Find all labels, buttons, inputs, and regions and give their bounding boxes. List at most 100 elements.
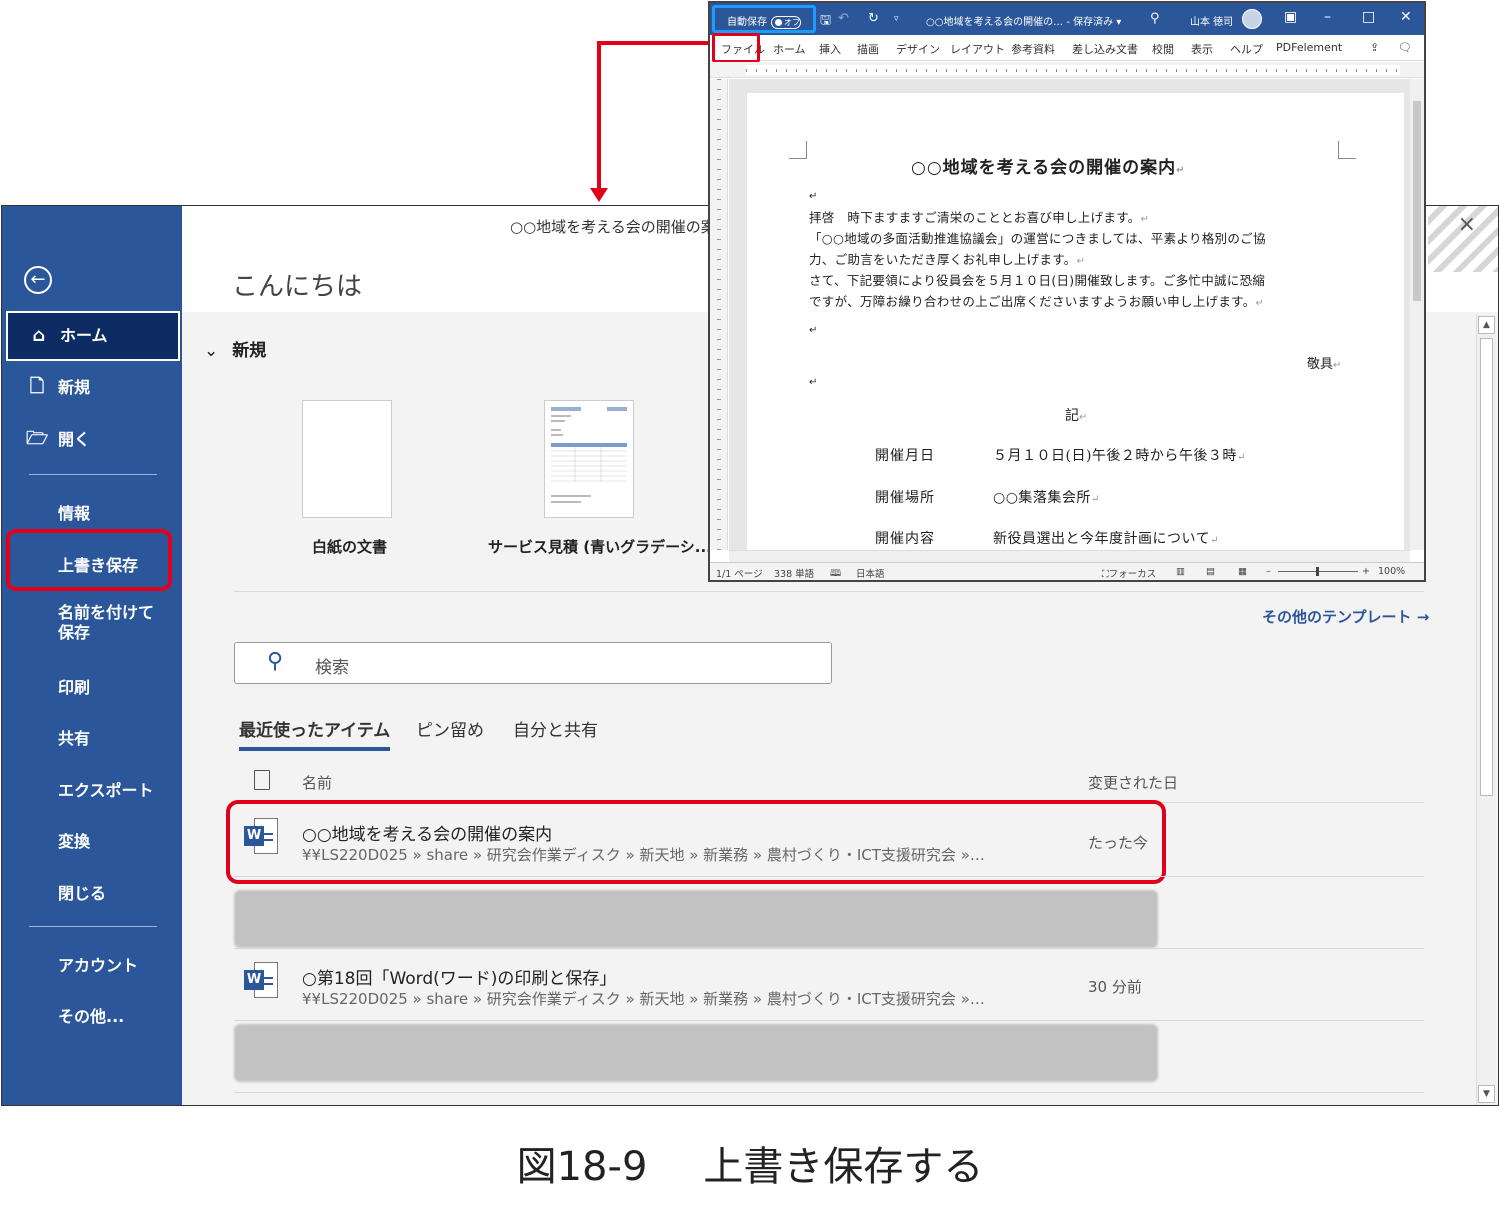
print-layout-icon[interactable]: ▤ [1206,566,1215,577]
web-layout-icon[interactable]: ▦ [1238,566,1247,577]
new-section-heading[interactable]: ⌄ 新規 [204,336,266,361]
scroll-thumb[interactable] [1480,338,1493,796]
read-mode-icon[interactable]: ▥ [1176,566,1185,577]
folder-open-icon: 🗁 [26,428,49,449]
share-icon[interactable]: ⇪ [1370,41,1379,54]
tab-shared-with-me[interactable]: 自分と共有 [513,716,598,741]
ribbon-tabs: ファイル ホーム 挿入 描画 デザイン レイアウト 参考資料 差し込み文書 校閲… [710,35,1424,61]
nav-close[interactable]: 閉じる [2,880,182,904]
blurred-row [234,1024,1158,1082]
word-count[interactable]: 338 単語 [774,566,814,580]
scroll-up-icon[interactable]: ▲ [1478,316,1495,334]
tab-insert[interactable]: 挿入 [819,41,841,57]
nav-share[interactable]: 共有 [2,725,182,749]
nav-save-as[interactable]: 名前を付けて保存 [2,603,182,643]
close-icon[interactable]: ✕ [1400,9,1412,25]
tab-review[interactable]: 校閲 [1152,41,1174,57]
nav-info[interactable]: 情報 [2,500,182,524]
paragraph: 力、ご助言をいただき厚くお礼申し上げます。↵ [809,252,1086,267]
close-icon[interactable]: × [1458,212,1476,237]
zoom-level[interactable]: 100% [1378,566,1405,577]
autosave-label: 自動保存 [727,17,767,28]
tab-layout[interactable]: レイアウト [950,41,1005,57]
word-file-icon: W [244,962,278,1000]
tab-recent[interactable]: 最近使ったアイテム [239,716,391,751]
document-horizontal-scrollbar[interactable] [729,550,1410,562]
undo-icon[interactable]: ↶ [838,11,849,26]
file-tab-highlight-frame [712,33,760,63]
template-service-thumbnail[interactable] [544,400,634,518]
scroll-down-icon[interactable]: ▼ [1478,1085,1495,1103]
tab-pinned[interactable]: ピン留め [416,716,484,741]
file-name: ○第18回「Word(ワード)の印刷と保存」 [302,969,617,989]
save-icon[interactable]: 🖫 [820,11,831,33]
figure-caption: 図18-9 上書き保存する [0,1134,1500,1192]
table-row[interactable]: W ○第18回「Word(ワード)の印刷と保存」 ¥¥LS220D025 » s… [234,950,1426,1022]
zoom-in-icon[interactable]: + [1362,566,1370,577]
document-title[interactable]: ○○地域を考える会の開催の… - 保存済み ▾ [926,13,1121,28]
more-templates-link[interactable]: その他のテンプレート → [1262,606,1429,627]
template-preview-graphic [551,407,627,503]
nav-new[interactable]: 🗋 新規 [2,374,182,398]
focus-mode[interactable]: ⛶フォーカス [1102,566,1156,580]
ribbon-display-icon[interactable]: ▣ [1284,9,1297,25]
horizontal-ruler[interactable] [710,62,1424,78]
search-icon[interactable]: ⚲ [1150,11,1160,26]
tab-design[interactable]: デザイン [896,41,940,57]
minimize-icon[interactable]: – [1324,9,1331,25]
nav-transform[interactable]: 変換 [2,828,182,852]
column-header-modified[interactable]: 変更された日 [1088,772,1178,793]
scroll-thumb[interactable] [1413,101,1421,301]
document-vertical-scrollbar[interactable] [1410,79,1424,550]
vertical-scrollbar[interactable]: ▲ ▼ [1476,314,1496,1105]
zoom-out-icon[interactable]: – [1266,566,1271,577]
status-bar: 1/1 ページ 338 単語 🕮 日本語 ⛶フォーカス ▥ ▤ ▦ – + 10… [710,562,1424,580]
vertical-ruler[interactable] [710,79,728,550]
language[interactable]: 日本語 [856,566,885,580]
blurred-row [234,890,1158,948]
tab-view[interactable]: 表示 [1191,41,1213,57]
comments-icon[interactable]: 🗨 [1398,41,1412,54]
proofing-icon[interactable]: 🕮 [830,566,841,580]
row-value: ○○集落集会所↵ [993,490,1100,506]
crop-mark [789,141,807,159]
row-value: 新役員選出と今年度計画について↵ [993,531,1219,547]
nav-account[interactable]: アカウント [2,952,182,976]
zoom-slider[interactable] [1278,567,1358,576]
customize-toolbar-icon[interactable]: ▿ [894,14,899,24]
autosave-toggle[interactable]: 自動保存 オフ [712,5,816,33]
page-count[interactable]: 1/1 ページ [716,566,763,580]
document-page[interactable]: ○○地域を考える会の開催の案内↵ ↵ 拝啓 時下ますますご清栄のこととお喜び申し… [747,93,1404,550]
nav-home-label: ホーム [60,326,108,345]
paragraph: 「○○地域の多面活動推進協議会」の運営につきましては、平素より格別のご協 [809,231,1266,246]
back-arrow-icon[interactable]: ← [24,266,52,294]
search-input[interactable]: ⚲ 検索 [234,642,832,684]
tab-help[interactable]: ヘルプ [1230,41,1263,57]
nav-open[interactable]: 🗁 開く [2,426,182,450]
paragraph: さて、下記要領により役員会を５月１０日(日)開催致します。ご多忙中誠に恐縮 [809,273,1266,288]
nav-home[interactable]: ⌂ ホーム [6,311,180,361]
paragraph-mark: ↵ [809,191,818,202]
redo-icon[interactable]: ↻ [868,11,879,26]
template-blank-thumbnail[interactable] [302,400,392,518]
tab-references[interactable]: 参考資料 [1011,41,1055,57]
closing: 敬具↵ [1307,357,1342,372]
nav-print[interactable]: 印刷 [2,674,182,698]
pointer-arrow-head-icon [590,188,608,202]
tab-pdfelement[interactable]: PDFelement [1276,41,1342,54]
user-name[interactable]: 山本 徳司 [1190,13,1233,28]
ki-heading: 記↵ [1065,408,1088,424]
maximize-icon[interactable]: □ [1362,9,1375,25]
avatar[interactable] [1242,9,1262,29]
autosave-switch[interactable]: オフ [771,15,801,29]
column-header-name[interactable]: 名前 [302,772,332,793]
paragraph-mark: ↵ [809,325,818,336]
tab-draw[interactable]: 描画 [857,41,879,57]
tab-home[interactable]: ホーム [773,41,806,57]
nav-more[interactable]: その他... [2,1003,182,1027]
word-title-bar: 自動保存 オフ 🖫 ↶ ↻ ▿ ○○地域を考える会の開催の… - 保存済み ▾ ⚲… [710,3,1424,35]
nav-export[interactable]: エクスポート [2,777,182,801]
tab-mailings[interactable]: 差し込み文書 [1072,41,1138,57]
pointer-arrow-line [597,41,601,191]
paragraph-mark: ↵ [809,377,818,388]
